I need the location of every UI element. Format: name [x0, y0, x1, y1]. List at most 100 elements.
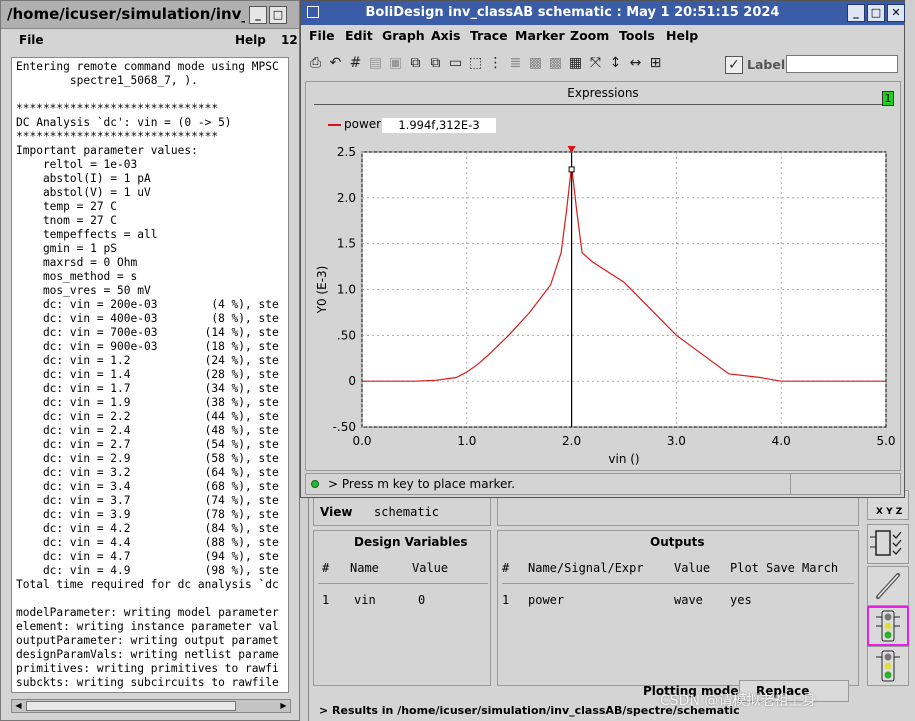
probe-button[interactable]	[867, 566, 909, 606]
menu-graph[interactable]: Graph	[382, 28, 425, 43]
terminal-line: dc: vin = 700e-03 (14 %), ste	[16, 326, 279, 339]
terminal-window: /home/icuser/simulation/inv_ _ □ File He…	[0, 0, 300, 721]
scroll-right-icon[interactable]: ▶	[277, 700, 290, 712]
terminal-line: dc: vin = 2.2 (44 %), ste	[16, 410, 279, 423]
undo-icon[interactable]: ↶	[327, 55, 344, 72]
close-icon[interactable]: ✕	[887, 4, 905, 22]
terminal-output[interactable]: Entering remote command mode using MPSC …	[11, 57, 289, 693]
terminal-menu-extra[interactable]: 12	[281, 33, 298, 47]
zoom-window-icon[interactable]: ⬚	[467, 55, 484, 72]
marker-icon[interactable]: ▩	[547, 55, 564, 72]
fit-y-icon[interactable]: ↕	[607, 55, 624, 72]
out-row-num[interactable]: 1	[502, 593, 509, 607]
fit-icon[interactable]: ⤧	[587, 55, 604, 72]
out-row-name[interactable]: power	[528, 593, 564, 607]
trace-icon[interactable]: ⋮	[487, 55, 504, 72]
dv-row-name[interactable]: vin	[354, 593, 376, 607]
grid-icon[interactable]: #	[347, 55, 364, 72]
terminal-line: dc: vin = 3.2 (64 %), ste	[16, 466, 279, 479]
terminal-hscrollbar[interactable]: ◀ ▶	[11, 699, 291, 713]
label-checkbox[interactable]: ✓	[725, 56, 743, 74]
menu-trace[interactable]: Trace	[470, 28, 508, 43]
dv-row-value[interactable]: 0	[418, 593, 425, 607]
maximize-icon[interactable]: □	[269, 6, 287, 24]
waveform-titlebar[interactable]: BoliDesign inv_classAB schematic : May 1…	[301, 1, 905, 25]
maximize-icon[interactable]: □	[867, 4, 885, 22]
terminal-line: element: writing instance parameter val	[16, 620, 279, 633]
dv-header-value: Value	[412, 561, 449, 575]
traffic-light-icon	[876, 650, 900, 682]
watermark: CSDN @请模拟老祖上身	[660, 693, 817, 709]
probe-icon	[876, 573, 900, 599]
terminal-line: dc: vin = 4.9 (98 %), ste	[16, 564, 279, 577]
bus-icon[interactable]: ▩	[527, 55, 544, 72]
out-header-march: March	[802, 561, 839, 575]
menu-axis[interactable]: Axis	[431, 28, 460, 43]
marker-point[interactable]	[568, 166, 575, 173]
label-icon[interactable]: ≣	[507, 55, 524, 72]
out-header-value: Value	[674, 561, 711, 575]
menu-help[interactable]: Help	[666, 28, 698, 43]
terminal-line: ******************************	[16, 130, 219, 143]
x-tick-label: 2.0	[562, 434, 581, 448]
waveform-window: BoliDesign inv_classAB schematic : May 1…	[300, 0, 905, 498]
terminal-menu-help[interactable]: Help	[235, 33, 266, 47]
y-tick-label: 2.5	[337, 145, 356, 159]
out-row-value[interactable]: wave	[674, 593, 703, 607]
terminal-line: primitives: writing primitives to rawfi	[16, 662, 279, 675]
netlist-run-button[interactable]	[867, 524, 909, 564]
new-window-icon[interactable]: ⧉	[407, 55, 424, 72]
strip-icon[interactable]: ▤	[367, 55, 384, 72]
run-simulation-button[interactable]	[867, 606, 909, 646]
out-row-plot[interactable]: yes	[730, 593, 752, 607]
terminal-line: dc: vin = 4.7 (94 %), ste	[16, 550, 279, 563]
terminal-line: modelParameter: writing model parameter	[16, 606, 279, 619]
terminal-line: spectre1_5068_7, ).	[16, 74, 198, 87]
terminal-line: dc: vin = 4.2 (84 %), ste	[16, 522, 279, 535]
waveform-toolbar: ⎙ ↶ # ▤ ▣ ⧉ ⧉ ▭ ⬚ ⋮ ≣ ▩ ▩ ▦ ⤧ ↕ ↔ ⊞ ✓ La…	[301, 51, 904, 77]
design-variables-title: Design Variables	[354, 535, 468, 549]
view-value: schematic	[374, 505, 440, 519]
waveform-status-bar: > Press m key to place marker.	[305, 473, 901, 495]
run-simulation-alt-button[interactable]	[867, 646, 909, 686]
terminal-line: dc: vin = 3.4 (68 %), ste	[16, 480, 279, 493]
terminal-line: Entering remote command mode using MPSC	[16, 60, 279, 73]
power-chart[interactable]: 0.0 1.0 2.0 3.0 4.0 5.0 -.50 0 .50 1.0 1.5 2.0 2.5 v…	[306, 82, 902, 472]
plot-area[interactable]: Expressions 1 power 1.994f,312E-3 0.0 1.0…	[305, 81, 901, 471]
terminal-line: maxrsd = 0 Ohm	[16, 256, 138, 269]
composite-icon[interactable]: ▣	[387, 55, 404, 72]
menu-file[interactable]: File	[309, 28, 335, 43]
zoom-fit-icon[interactable]: ⊞	[647, 55, 664, 72]
menu-zoom[interactable]: Zoom	[570, 28, 609, 43]
terminal-line: dc: vin = 2.9 (58 %), ste	[16, 452, 279, 465]
x-tick-label: 3.0	[667, 434, 686, 448]
minimize-icon[interactable]: _	[847, 4, 865, 22]
minimize-icon[interactable]: _	[249, 6, 267, 24]
out-header-plot: Plot	[730, 561, 759, 575]
scroll-left-icon[interactable]: ◀	[12, 700, 25, 712]
out-header-num: #	[502, 561, 510, 575]
label-input[interactable]	[786, 55, 898, 73]
calculator-icon[interactable]: ▦	[567, 55, 584, 72]
terminal-menu-file[interactable]: File	[19, 33, 44, 47]
out-header-name: Name/Signal/Expr	[528, 561, 644, 575]
menu-marker[interactable]: Marker	[515, 28, 565, 43]
menu-tools[interactable]: Tools	[619, 28, 655, 43]
terminal-line: dc: vin = 1.7 (34 %), ste	[16, 382, 279, 395]
x-tick-label: 5.0	[876, 434, 895, 448]
outputs-title: Outputs	[650, 535, 705, 549]
terminal-line: dc: vin = 900e-03 (18 %), ste	[16, 340, 279, 353]
y-tick-label: 0	[348, 374, 356, 388]
y-tick-label: 2.0	[337, 191, 356, 205]
terminal-titlebar[interactable]: /home/icuser/simulation/inv_ _ □	[1, 1, 299, 29]
menu-edit[interactable]: Edit	[345, 28, 373, 43]
subwindow-icon[interactable]: ▭	[447, 55, 464, 72]
fit-x-icon[interactable]: ↔	[627, 55, 644, 72]
terminal-line: dc: vin = 1.4 (28 %), ste	[16, 368, 279, 381]
print-icon[interactable]: ⎙	[307, 55, 324, 72]
scroll-thumb[interactable]	[26, 701, 236, 711]
waveform-menubar: File Edit Graph Axis Trace Marker Zoom T…	[301, 25, 904, 47]
copy-window-icon[interactable]: ⧉	[427, 55, 444, 72]
dv-row-num[interactable]: 1	[322, 593, 329, 607]
outputs-panel: Outputs # Name/Signal/Expr Value Plot Sa…	[497, 530, 859, 686]
